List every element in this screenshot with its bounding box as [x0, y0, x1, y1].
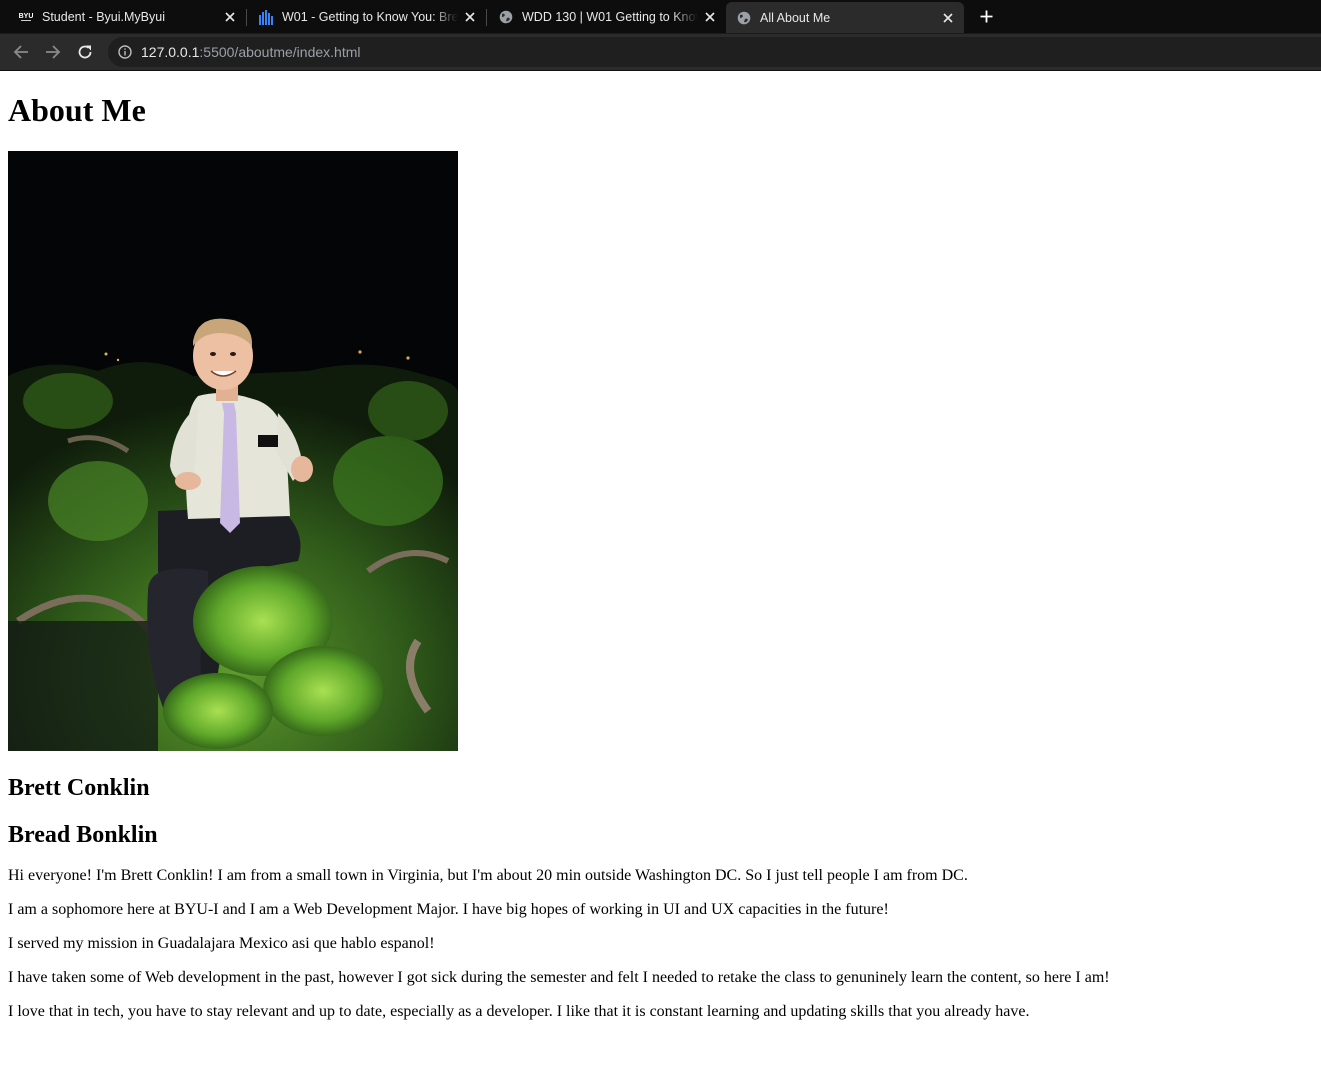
tab-separator	[486, 9, 487, 26]
tab-title: W01 - Getting to Know You: Brett	[282, 9, 458, 24]
reload-icon	[78, 45, 92, 59]
tab-w01-getting-to-know-you[interactable]: W01 - Getting to Know You: Brett	[248, 2, 486, 31]
reload-button[interactable]	[75, 42, 95, 62]
forward-button[interactable]	[43, 42, 63, 62]
close-tab-icon[interactable]	[702, 9, 718, 25]
url-host: 127.0.0.1	[141, 44, 200, 60]
tab-separator	[246, 9, 247, 26]
close-tab-icon[interactable]	[462, 9, 478, 25]
arrow-left-icon	[13, 45, 28, 59]
page-content: About Me Brett Conklin Bread Bonklin Hi …	[0, 92, 1321, 1021]
bio-paragraph: I love that in tech, you have to stay re…	[8, 1003, 1030, 1020]
close-tab-icon[interactable]	[222, 9, 238, 25]
nickname-heading: Bread Bonklin	[8, 822, 158, 848]
tab-wdd130-w01[interactable]: WDD 130 | W01 Getting to Know	[488, 2, 726, 31]
tab-title: WDD 130 | W01 Getting to Know	[522, 9, 698, 24]
info-icon[interactable]	[117, 44, 133, 60]
svg-text:BYU: BYU	[19, 13, 34, 20]
tab-strip: BYU Student - Byui.MyByui W01 - Getting …	[0, 0, 1321, 34]
tab-title: Student - Byui.MyByui	[42, 9, 165, 24]
bio-paragraph: Hi everyone! I'm Brett Conklin! I am fro…	[8, 867, 968, 884]
full-name-heading: Brett Conklin	[8, 775, 150, 801]
globe-icon	[736, 10, 752, 26]
bio-paragraph: I have taken some of Web development in …	[8, 969, 1110, 986]
globe-icon	[498, 9, 514, 25]
byu-favicon-icon: BYU	[18, 9, 34, 25]
tab-student-byui[interactable]: BYU Student - Byui.MyByui	[8, 2, 246, 31]
url-path: :5500/aboutme/index.html	[199, 44, 361, 60]
close-tab-icon[interactable]	[940, 10, 956, 26]
tab-all-about-me[interactable]: All About Me	[726, 2, 964, 33]
bio-paragraph: I served my mission in Guadalajara Mexic…	[8, 935, 435, 952]
tab-title: All About Me	[760, 10, 831, 25]
page-heading: About Me	[8, 92, 146, 128]
browser-toolbar: 127.0.0.1:5500/aboutme/index.html	[0, 34, 1321, 71]
profile-photo	[8, 151, 458, 751]
plus-icon	[980, 10, 992, 22]
address-bar[interactable]: 127.0.0.1:5500/aboutme/index.html	[108, 37, 1321, 67]
arrow-right-icon	[46, 45, 61, 59]
bio-paragraph: I am a sophomore here at BYU-I and I am …	[8, 901, 889, 918]
new-tab-button[interactable]	[976, 6, 996, 26]
canvas-favicon-icon	[258, 9, 274, 25]
back-button[interactable]	[11, 42, 31, 62]
